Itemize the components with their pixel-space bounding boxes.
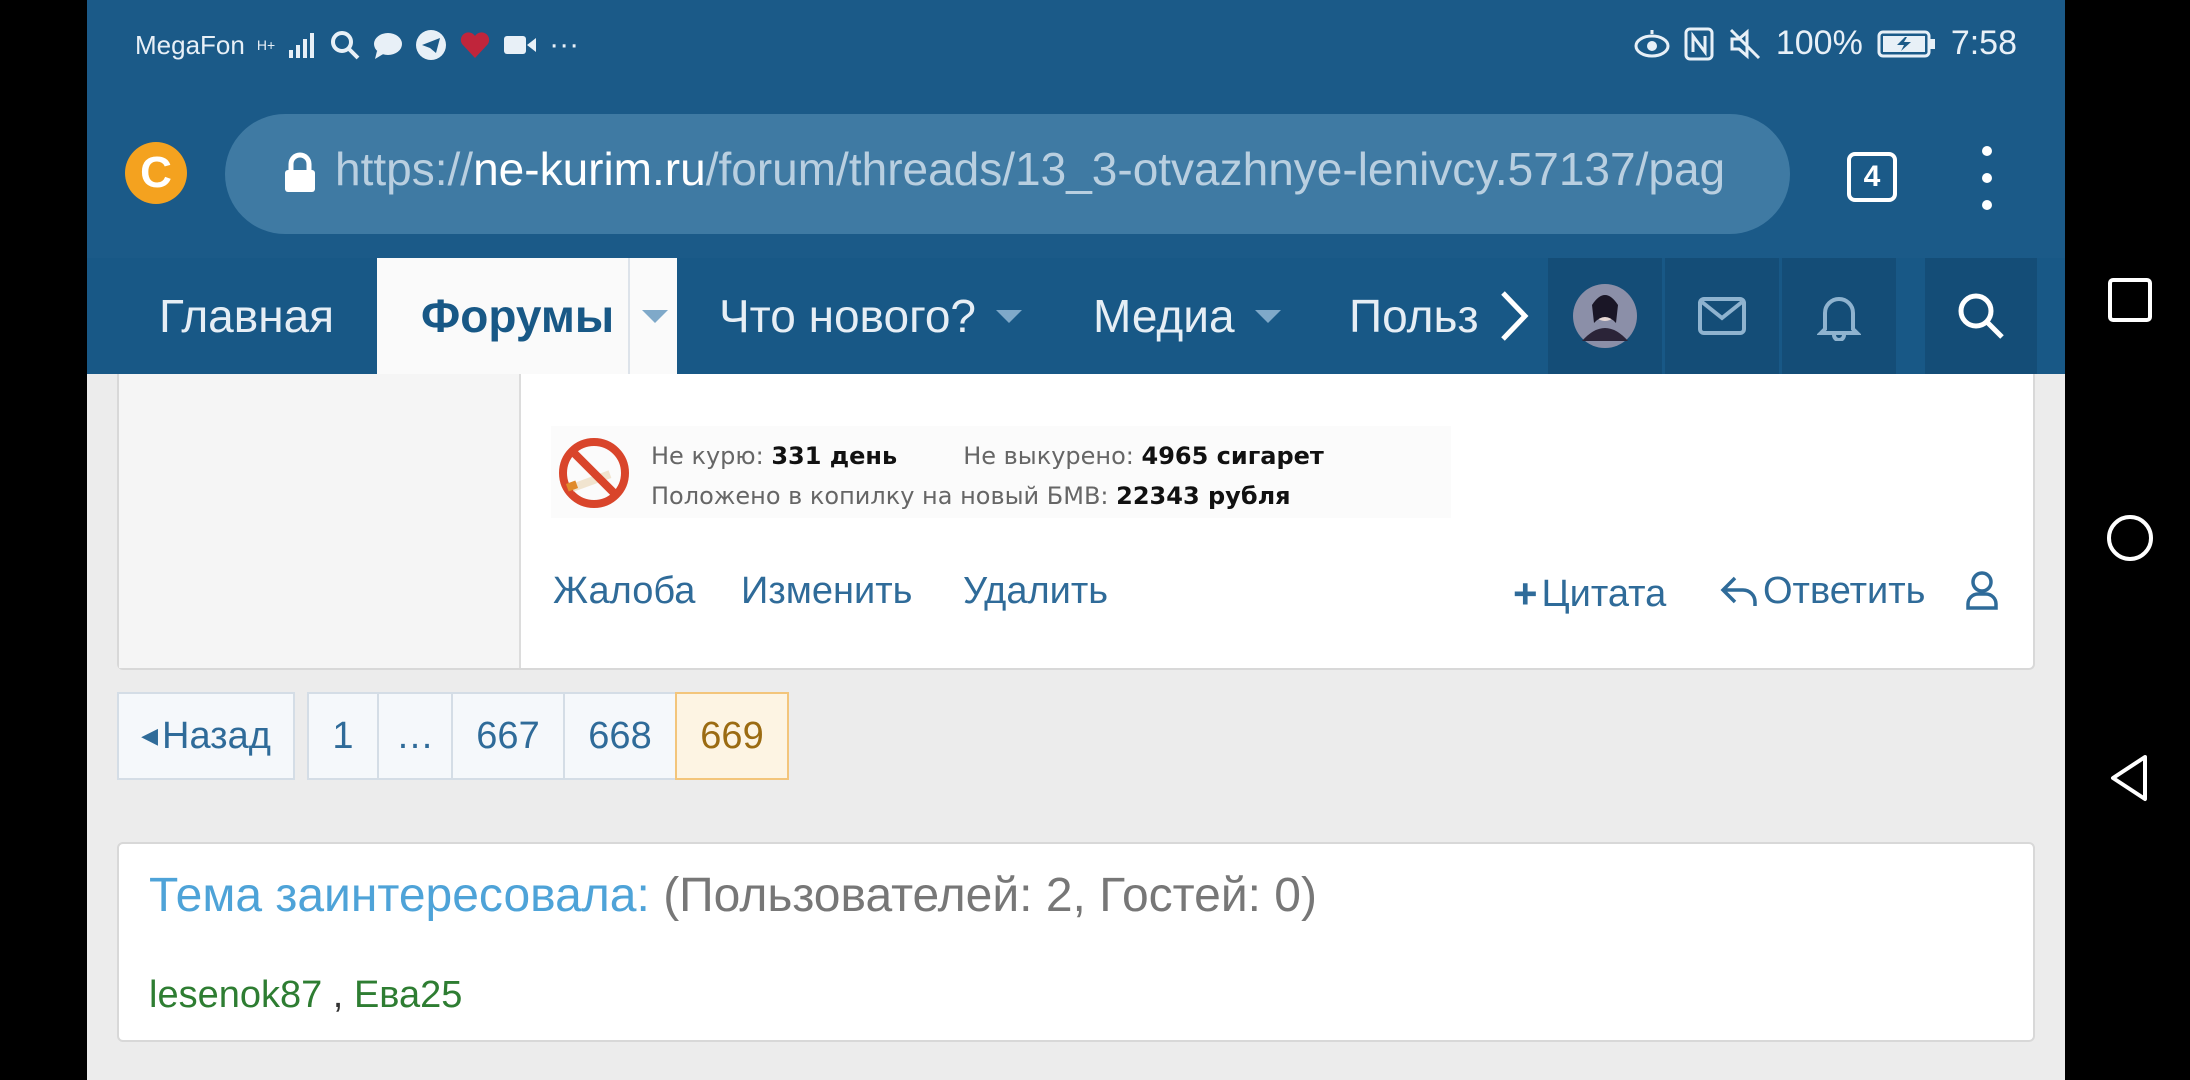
user-separator: ,: [322, 974, 354, 1016]
watchers-counts: (Пользователей: 2, Гостей: 0): [663, 869, 1317, 922]
watchers-title-text: Тема заинтересовала:: [149, 869, 650, 922]
watchers-title: Тема заинтересовала: (Пользователей: 2, …: [149, 868, 1317, 923]
page-link[interactable]: 667: [451, 692, 565, 780]
avatar: [1573, 284, 1637, 348]
quote-link[interactable]: + Цитата: [1513, 570, 1666, 618]
edit-label: Изменить: [741, 570, 913, 612]
page-ellipsis[interactable]: …: [377, 692, 453, 780]
page-number: 668: [588, 714, 652, 757]
user-menu-button[interactable]: [1965, 570, 1999, 610]
chat-notification-icon: [374, 33, 403, 59]
page-number: 669: [700, 714, 764, 757]
lock-icon: [285, 152, 315, 192]
recent-apps-icon[interactable]: [2105, 275, 2155, 325]
current-page[interactable]: 669: [675, 692, 789, 780]
nav-home[interactable]: Главная: [159, 258, 334, 374]
network-type: H+: [256, 37, 276, 53]
nav-home-label: Главная: [159, 290, 335, 342]
post-user-sidebar: [119, 374, 521, 668]
plus-icon: +: [1513, 570, 1538, 617]
chevron-down-icon[interactable]: [1254, 309, 1281, 323]
battery-percent: 100%: [1775, 24, 1863, 62]
not-smoked-label: Не выкурено:: [963, 442, 1134, 470]
site-navigation: Главная Форумы Что нового? Медиа Польз: [87, 258, 2065, 374]
user-link[interactable]: lesenok87: [149, 974, 322, 1016]
delete-label: Удалить: [963, 570, 1109, 612]
browser-toolbar: C https://ne-kurim.ru/forum/threads/13_3…: [87, 92, 2065, 258]
report-label: Жалоба: [553, 570, 696, 612]
nav-media-label: Медиа: [1093, 290, 1235, 342]
page-number: …: [396, 714, 434, 757]
prev-page-button[interactable]: ◀ Назад: [117, 692, 295, 780]
reply-arrow-icon: [1720, 576, 1757, 606]
browser-logo-icon[interactable]: C: [125, 142, 187, 204]
post-card: Не курю: 331 день Не выкурено: 4965 сигар…: [117, 374, 2035, 670]
url-host: ne-kurim.ru: [473, 143, 706, 195]
user-link[interactable]: Ева25: [354, 974, 463, 1016]
eye-comfort-icon: [1634, 29, 1670, 57]
url-scheme: https://: [335, 143, 474, 195]
carrier-label: MegaFon: [135, 29, 245, 60]
address-bar[interactable]: https://ne-kurim.ru/forum/threads/13_3-o…: [225, 114, 1790, 234]
not-smoked-value: 4965 сигарет: [1141, 442, 1324, 470]
android-nav-bar: [2065, 0, 2190, 1080]
not-smoking-value: 331 день: [771, 442, 898, 470]
no-smoking-icon: [559, 438, 629, 508]
battery-icon: [1877, 30, 1935, 57]
chevron-down-icon[interactable]: [996, 309, 1022, 323]
more-notifications-icon: ···: [549, 28, 580, 61]
chevron-right-icon: [1501, 291, 1529, 341]
report-link[interactable]: Жалоба: [553, 570, 695, 613]
signal-icon: [289, 33, 315, 58]
browser-menu-icon[interactable]: [1977, 146, 1997, 210]
search-notification-icon: [331, 31, 360, 60]
tab-switcher-button[interactable]: 4: [1847, 152, 1897, 202]
bell-icon: [1817, 297, 1861, 341]
nav-forums-label: Форумы: [421, 290, 615, 342]
envelope-icon: [1698, 297, 1746, 335]
url-path: /forum/threads/13_3-otvazhnye-lenivcy.57…: [705, 143, 1726, 195]
inbox-button[interactable]: [1665, 258, 1779, 374]
page-number: 1: [332, 714, 354, 757]
page-link[interactable]: 1: [307, 692, 379, 780]
nav-forums[interactable]: Форумы: [377, 258, 677, 374]
mute-icon: [1729, 28, 1760, 59]
signature-widget: Не курю: 331 день Не выкурено: 4965 сигар…: [551, 426, 1451, 518]
page-link[interactable]: 668: [563, 692, 677, 780]
nav-whats-new-label: Что нового?: [719, 290, 976, 342]
saved-value: 22343 рубля: [1116, 482, 1291, 510]
prev-page-label: Назад: [162, 714, 271, 757]
edit-link[interactable]: Изменить: [741, 570, 912, 613]
nav-media[interactable]: Медиа: [1093, 258, 1281, 374]
caret-left-icon: ◀: [141, 723, 159, 748]
user-icon: [1966, 571, 1998, 610]
browser-screen: MegaFon H+ ··· 100% 7:58 C https://ne-ku…: [87, 0, 2065, 1080]
thread-watchers-block: Тема заинтересовала: (Пользователей: 2, …: [117, 842, 2035, 1042]
page-number: 667: [476, 714, 540, 757]
video-notification-icon: [504, 36, 537, 54]
nav-divider: [628, 258, 631, 374]
home-icon[interactable]: [2105, 513, 2155, 563]
nfc-icon: [1684, 27, 1714, 60]
search-button[interactable]: [1925, 258, 2037, 374]
nav-users-label: Польз: [1349, 290, 1479, 342]
delete-link[interactable]: Удалить: [963, 570, 1108, 613]
saved-label: Положено в копилку на новый БМВ:: [651, 482, 1109, 510]
status-bar: MegaFon H+ ··· 100% 7:58: [87, 0, 2065, 92]
search-icon: [1958, 293, 2004, 339]
watchers-list: lesenok87 , Ева25: [149, 974, 462, 1017]
telegram-notification-icon: [416, 30, 447, 60]
chevron-down-icon[interactable]: [642, 309, 669, 323]
reply-label: Ответить: [1763, 570, 1926, 612]
back-icon[interactable]: [2105, 753, 2155, 803]
alerts-button[interactable]: [1782, 258, 1896, 374]
clock: 7:58: [1950, 24, 2017, 62]
quote-label: Цитата: [1541, 572, 1667, 615]
reply-link[interactable]: Ответить: [1719, 570, 1925, 613]
nav-whats-new[interactable]: Что нового?: [719, 258, 1022, 374]
not-smoking-label: Не курю:: [651, 442, 764, 470]
heart-notification-icon: [461, 32, 490, 58]
avatar-button[interactable]: [1548, 258, 1662, 374]
url-text[interactable]: https://ne-kurim.ru/forum/threads/13_3-o…: [335, 142, 1765, 196]
